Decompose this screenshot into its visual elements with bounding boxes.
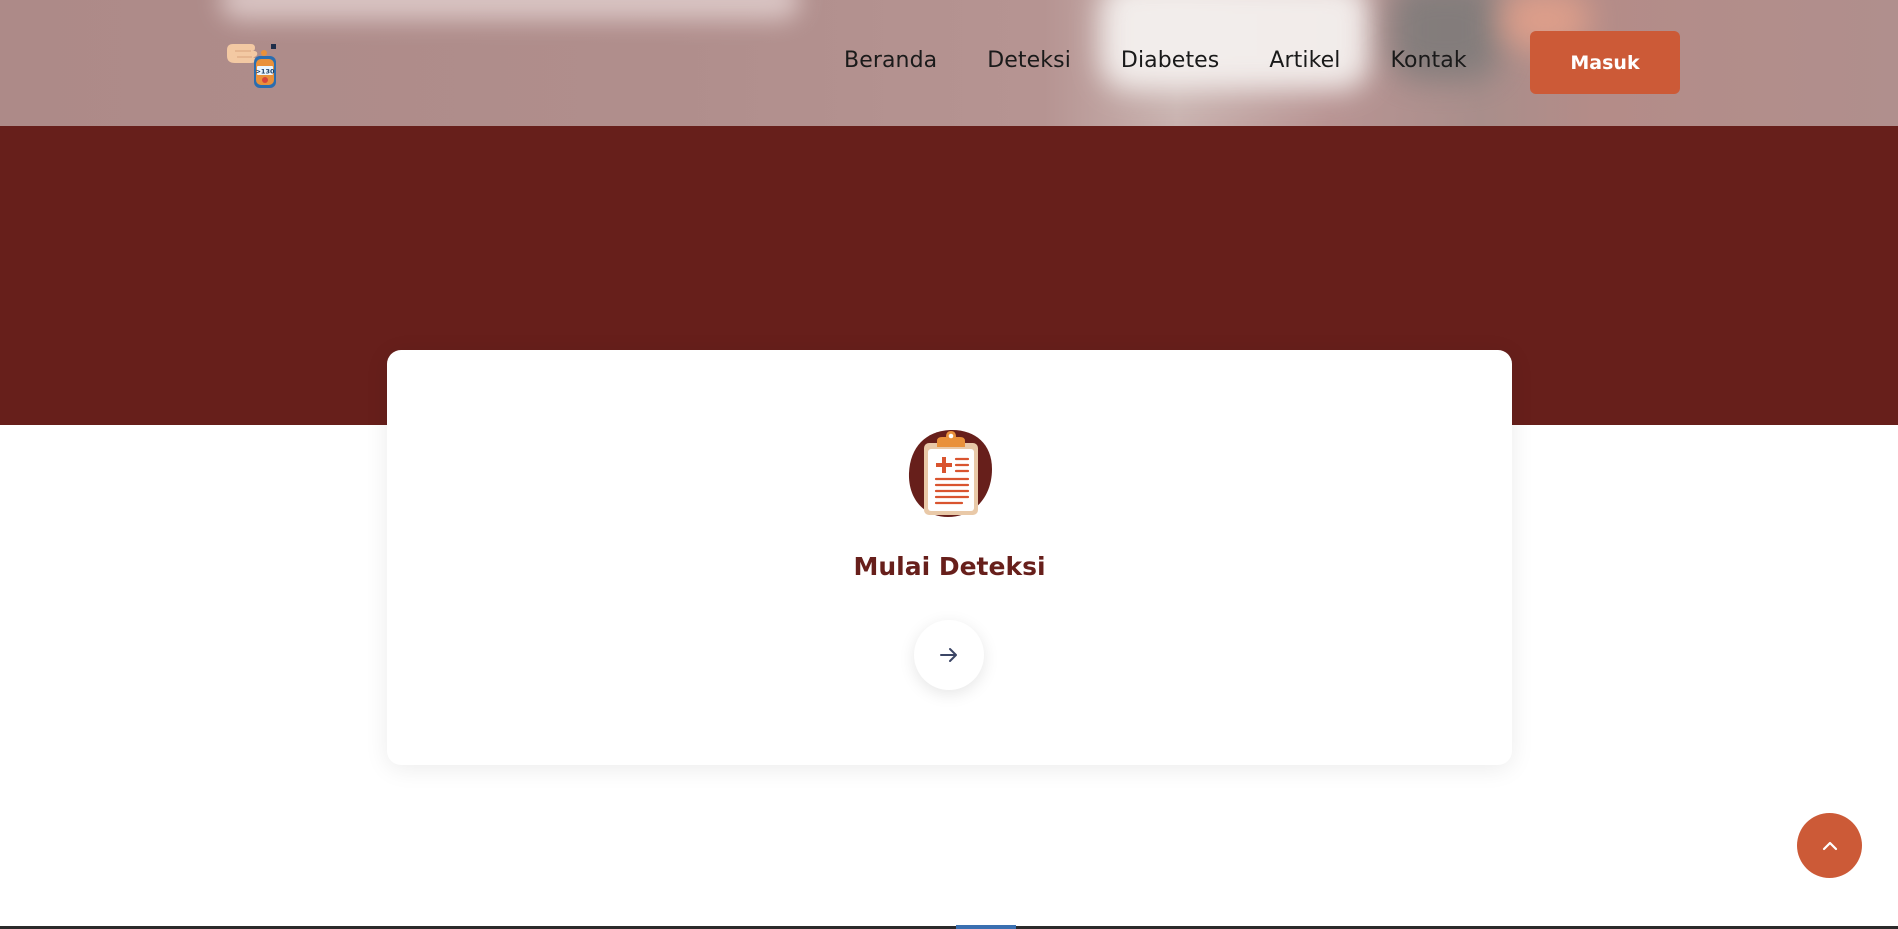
main-nav: Beranda Deteksi Diabetes Artikel Kontak	[844, 46, 1467, 76]
arrow-right-icon	[940, 648, 957, 662]
site-header: >130 Beranda Deteksi Diabetes Artikel Ko…	[0, 0, 1898, 126]
glucometer-logo-icon: >130	[227, 44, 276, 88]
nav-link-deteksi[interactable]: Deteksi	[987, 46, 1071, 76]
start-detection-button[interactable]	[914, 620, 984, 690]
svg-text:>130: >130	[255, 68, 274, 76]
nav-link-kontak[interactable]: Kontak	[1391, 46, 1467, 76]
chevron-up-icon	[1822, 841, 1837, 850]
header-background-blur	[220, 0, 800, 20]
nav-link-artikel[interactable]: Artikel	[1269, 46, 1340, 76]
header-background-blur	[1100, 0, 1370, 90]
site-logo[interactable]: >130	[225, 36, 281, 90]
card-title: Mulai Deteksi	[853, 552, 1046, 581]
nav-link-diabetes[interactable]: Diabetes	[1121, 46, 1219, 76]
clipboard-medical-icon	[902, 425, 998, 521]
start-detection-card[interactable]: Mulai Deteksi	[387, 350, 1512, 765]
footer-edge-accent	[956, 925, 1016, 929]
back-to-top-button[interactable]	[1797, 813, 1862, 878]
nav-link-beranda[interactable]: Beranda	[844, 46, 937, 76]
login-button[interactable]: Masuk	[1530, 31, 1680, 94]
